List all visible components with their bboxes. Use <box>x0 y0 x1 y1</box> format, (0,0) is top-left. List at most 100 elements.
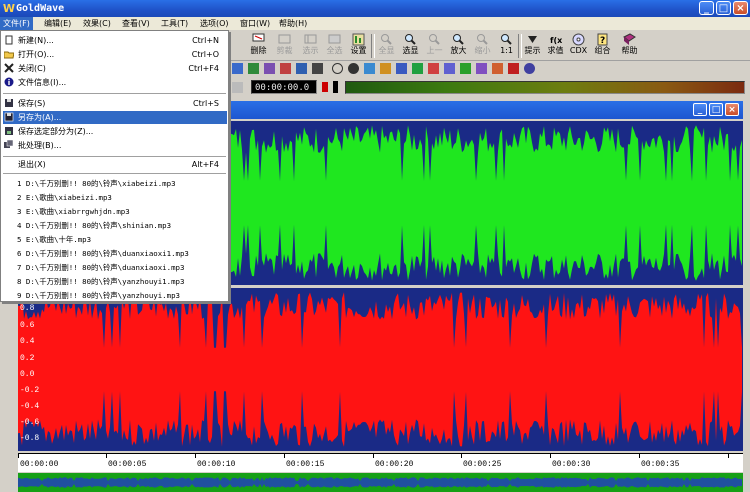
menu-edit[interactable]: 编辑(E) <box>41 17 74 30</box>
info-icon <box>4 77 14 87</box>
svg-text:f(x): f(x) <box>550 36 562 45</box>
effect-icon[interactable] <box>248 63 259 74</box>
y-axis-label: 0.8 <box>20 304 35 313</box>
goldwave-logo-icon: W <box>2 2 16 15</box>
effect-icon[interactable] <box>460 63 471 74</box>
zoom-1to1-button[interactable]: 1:1 <box>494 32 519 59</box>
timeline-label: 00:00:15 <box>286 460 325 469</box>
recent-file-item[interactable]: 8 D:\千万别删!! 80的\铃声\yanzhouyi1.mp3 <box>17 275 227 288</box>
effect-icon[interactable] <box>396 63 407 74</box>
evaluate-icon: f(x) <box>550 36 562 45</box>
zoom-out-label: 缩小 <box>474 46 491 55</box>
effect-icon[interactable] <box>524 63 535 74</box>
menu-file-info[interactable]: 文件信息(I)... <box>3 76 227 89</box>
effect-icon[interactable] <box>380 63 391 74</box>
cd-extract-button[interactable]: CDX <box>566 32 591 59</box>
select-view-button[interactable]: 选示 <box>298 32 323 59</box>
timeline-label: 00:00:05 <box>108 460 147 469</box>
settings-button[interactable]: 设置 <box>346 32 371 59</box>
menu-close[interactable]: 关闭(C) Ctrl+F4 <box>3 62 227 75</box>
effect-icon[interactable] <box>332 63 343 74</box>
recent-file-item[interactable]: 9 D:\千万别删!! 80的\铃声\yanzhouyi.mp3 <box>17 289 227 302</box>
timeline-tick <box>195 454 196 458</box>
cue-label: 提示 <box>524 46 541 55</box>
combine-button[interactable]: ? 组合 <box>590 32 615 59</box>
help-button[interactable]: 帮助 <box>617 32 642 59</box>
effect-icon[interactable] <box>296 63 307 74</box>
timeline-tick <box>373 454 374 458</box>
menu-open-shortcut: Ctrl+O <box>191 50 219 59</box>
cue-button[interactable]: 提示 <box>520 32 545 59</box>
select-view-label: 选示 <box>302 46 319 55</box>
menu-save-selection[interactable]: 保存选定部分为(Z)... <box>3 125 227 138</box>
effect-icon[interactable] <box>444 63 455 74</box>
menu-file[interactable]: 文件(F) <box>0 17 33 30</box>
zoom-1to1-label: 1:1 <box>500 46 513 55</box>
menu-view[interactable]: 查看(V) <box>119 17 153 30</box>
right-channel-waveform[interactable]: 0.8 0.6 0.4 0.2 0.0 -0.2 -0.4 -0.6 -0.8 <box>18 288 743 451</box>
recent-file-item[interactable]: 7 D:\千万别删!! 80的\铃声\duanxiaoxi.mp3 <box>17 261 227 274</box>
y-axis-label: 0.0 <box>20 370 35 379</box>
effect-icon[interactable] <box>364 63 375 74</box>
recent-file-item[interactable]: 2 E:\歌曲\xiabeizi.mp3 <box>17 191 227 204</box>
effect-icon[interactable] <box>264 63 275 74</box>
menu-open[interactable]: 打开(O)... Ctrl+O <box>3 48 227 61</box>
menu-new[interactable]: 新建(N)... Ctrl+N <box>3 34 227 47</box>
delete-button[interactable]: 删除 <box>246 32 271 59</box>
menu-exit[interactable]: 退出(X) Alt+F4 <box>3 158 227 171</box>
save-as-icon <box>4 112 14 122</box>
effect-icon[interactable] <box>348 63 359 74</box>
recent-file-item[interactable]: 5 E:\歌曲\十年.mp3 <box>17 233 227 246</box>
menu-batch[interactable]: 批处理(B)... <box>3 139 227 152</box>
menu-help[interactable]: 帮助(H) <box>276 17 310 30</box>
timeline-tick <box>550 454 551 458</box>
zoom-out-button[interactable]: 缩小 <box>470 32 495 59</box>
overview-waveform[interactable] <box>18 473 743 492</box>
cd-extract-label: CDX <box>569 46 588 55</box>
menu-save-as[interactable]: 另存为(A)... <box>3 111 227 124</box>
show-all-button[interactable]: 全显 <box>374 32 399 59</box>
overview-wave <box>18 477 742 488</box>
recent-file-item[interactable]: 3 E:\歌曲\xiabrrgwhjdn.mp3 <box>17 205 227 218</box>
effect-icon[interactable] <box>476 63 487 74</box>
right-channel-wave <box>18 292 742 447</box>
effect-icon[interactable] <box>412 63 423 74</box>
zoom-in-button[interactable]: 放大 <box>446 32 471 59</box>
trim-button[interactable]: 剪裁 <box>272 32 297 59</box>
recent-file-item[interactable]: 1 D:\千万别删!! 80的\铃声\xiabeizi.mp3 <box>17 177 227 190</box>
menu-window[interactable]: 窗口(W) <box>237 17 273 30</box>
doc-close-button[interactable]: × <box>725 103 739 116</box>
timeline-ruler: 00:00:00 00:00:05 00:00:10 00:00:15 00:0… <box>18 453 743 472</box>
previous-button[interactable]: 上一 <box>422 32 447 59</box>
previous-icon <box>429 34 440 45</box>
menu-tools[interactable]: 工具(T) <box>158 17 191 30</box>
close-button[interactable]: × <box>733 1 748 15</box>
cue-icon <box>528 36 537 43</box>
y-axis-label: -0.6 <box>20 418 40 427</box>
select-all-button[interactable]: 全选 <box>322 32 347 59</box>
recent-file-item[interactable]: 4 D:\千万别删!! 80的\铃声\shinian.mp3 <box>17 219 227 232</box>
y-axis-label: -0.8 <box>20 434 40 443</box>
transport-icon[interactable] <box>232 82 243 93</box>
recent-file-item[interactable]: 6 D:\千万别删!! 80的\铃声\duanxiaoxi1.mp3 <box>17 247 227 260</box>
minimize-button[interactable]: _ <box>699 1 714 15</box>
effect-icon[interactable] <box>280 63 291 74</box>
show-selection-button[interactable]: 选显 <box>398 32 423 59</box>
zoom-1to1-icon <box>501 34 512 45</box>
effect-icon[interactable] <box>508 63 519 74</box>
evaluate-button[interactable]: f(x) 求值 <box>543 32 568 59</box>
effect-icon[interactable] <box>232 63 243 74</box>
effect-icon[interactable] <box>428 63 439 74</box>
level-indicator-icon <box>333 81 338 93</box>
effect-icon[interactable] <box>492 63 503 74</box>
maximize-button[interactable]: □ <box>716 1 731 15</box>
menu-options[interactable]: 选项(O) <box>197 17 232 30</box>
menu-separator <box>3 93 226 95</box>
save-disk-icon <box>5 99 13 107</box>
doc-maximize-button[interactable]: □ <box>709 103 723 116</box>
menu-effects[interactable]: 效果(C) <box>80 17 114 30</box>
menu-save-selection-label: 保存选定部分为(Z)... <box>18 127 94 136</box>
doc-minimize-button[interactable]: _ <box>693 103 707 116</box>
effect-icon[interactable] <box>312 63 323 74</box>
menu-save[interactable]: 保存(S) Ctrl+S <box>3 97 227 110</box>
